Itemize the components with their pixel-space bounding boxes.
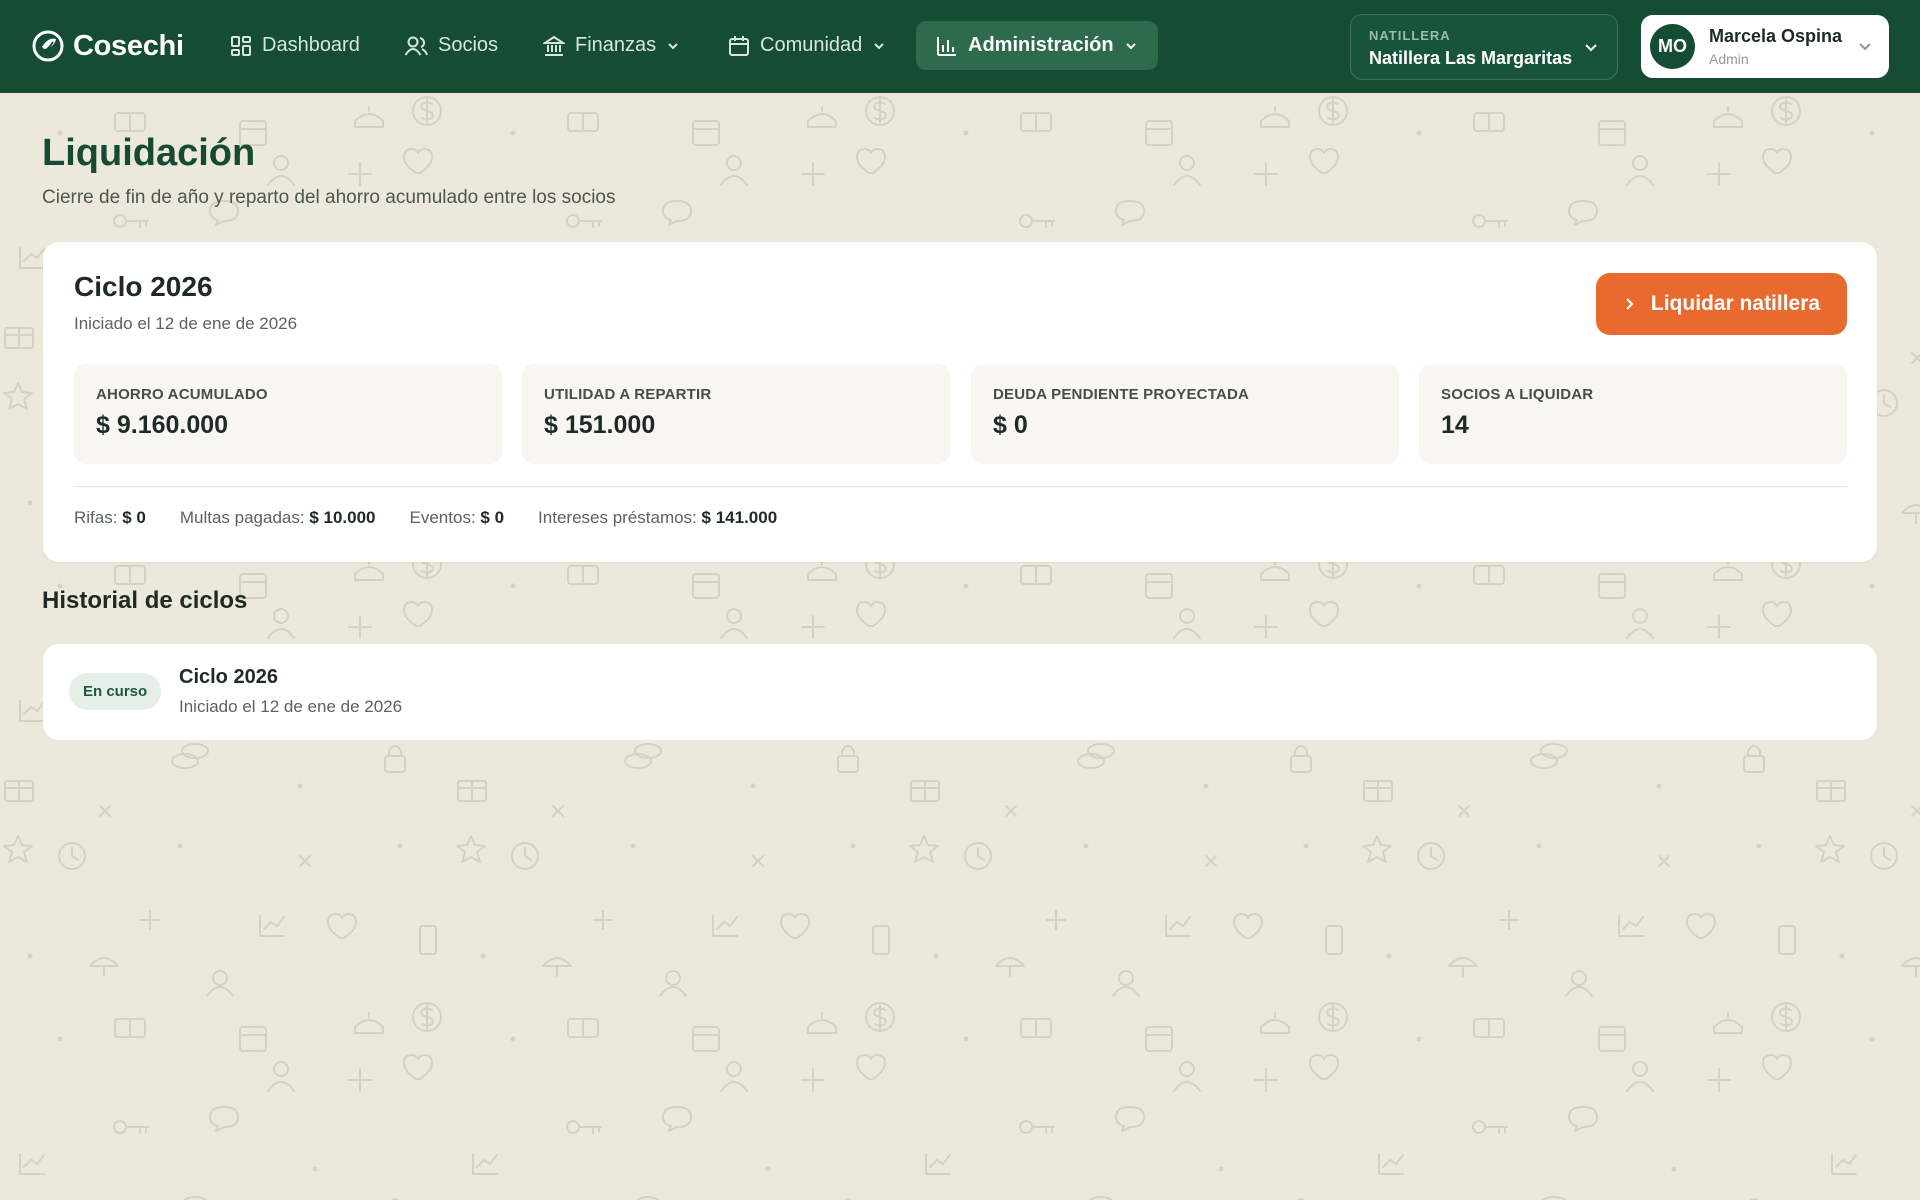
stat-label: AHORRO ACUMULADO — [96, 386, 268, 403]
breakdown-value: $ 10.000 — [309, 508, 376, 527]
liquidar-natillera-label: Liquidar natillera — [1650, 292, 1821, 315]
nav-administracion[interactable]: Administración — [916, 21, 1158, 70]
stat-value: $ 151.000 — [544, 411, 656, 439]
cycle-title: Ciclo 2026 — [74, 271, 213, 302]
liquidar-natillera-button[interactable]: Liquidar natillera — [1596, 273, 1847, 335]
chevron-down-icon — [668, 42, 678, 49]
breakdown-multas: Multas pagadas: $ 10.000 — [180, 508, 376, 528]
dashboard-icon — [231, 35, 251, 56]
calendar-icon — [729, 35, 749, 56]
nav-dashboard[interactable]: Dashboard — [218, 21, 372, 70]
stat-label: UTILIDAD A REPARTIR — [544, 386, 712, 403]
nav-socios[interactable]: Socios — [392, 21, 510, 70]
top-navigation-bar: Cosechi Dashboard Socios Finanzas Comuni… — [0, 0, 1920, 93]
history-title: Historial de ciclos — [42, 587, 248, 614]
history-cycle-title: Ciclo 2026 — [179, 666, 278, 688]
stat-value: $ 0 — [993, 411, 1028, 439]
stat-deuda-pendiente: DEUDA PENDIENTE PROYECTADA $ 0 — [971, 364, 1399, 464]
natillera-selector-value: Natillera Las Margaritas — [1369, 48, 1573, 68]
chevron-down-icon — [874, 42, 885, 49]
stat-value: $ 9.160.000 — [96, 411, 229, 439]
breakdown-value: $ 0 — [480, 508, 505, 527]
nav-comunidad[interactable]: Comunidad — [716, 21, 898, 70]
bank-icon — [543, 35, 565, 56]
breakdown-rifas: Rifas: $ 0 — [74, 508, 146, 528]
users-icon — [404, 36, 428, 56]
user-name: Marcela Ospina — [1709, 26, 1843, 46]
page-subtitle: Cierre de fin de año y reparto del ahorr… — [42, 187, 616, 208]
current-cycle-card: Ciclo 2026 Iniciado el 12 de ene de 2026… — [43, 242, 1877, 562]
brand-name: Cosechi — [73, 29, 184, 62]
natillera-selector-label: NATILLERA — [1369, 28, 1451, 43]
income-breakdown: Rifas: $ 0 Multas pagadas: $ 10.000 Even… — [74, 508, 777, 528]
breakdown-value: $ 0 — [122, 508, 146, 527]
breakdown-intereses: Intereses préstamos: $ 141.000 — [538, 508, 777, 528]
chevron-down-icon — [1585, 44, 1597, 52]
nav-finanzas-label: Finanzas — [575, 34, 657, 56]
breakdown-label: Intereses préstamos: — [538, 508, 697, 527]
nav-finanzas[interactable]: Finanzas — [531, 21, 692, 70]
history-cycle-date: Iniciado el 12 de ene de 2026 — [179, 697, 403, 716]
nav-socios-label: Socios — [438, 34, 499, 56]
breakdown-label: Multas pagadas: — [179, 508, 305, 527]
chevron-down-icon — [1125, 42, 1136, 49]
breakdown-value: $ 141.000 — [701, 508, 778, 527]
chevron-down-icon — [1859, 43, 1871, 51]
breakdown-eventos: Eventos: $ 0 — [410, 508, 505, 528]
avatar: MO — [1650, 24, 1695, 69]
status-badge: En curso — [69, 673, 162, 710]
stat-label: SOCIOS A LIQUIDAR — [1441, 386, 1594, 403]
cycle-start-date: Iniciado el 12 de ene de 2026 — [74, 314, 298, 333]
nav-administracion-label: Administración — [968, 34, 1114, 56]
stat-ahorro-acumulado: AHORRO ACUMULADO $ 9.160.000 — [74, 364, 502, 464]
stat-socios-a-liquidar: SOCIOS A LIQUIDAR 14 — [1419, 364, 1847, 464]
nav-dashboard-label: Dashboard — [262, 34, 360, 56]
user-role: Admin — [1709, 51, 1749, 67]
divider — [74, 486, 1847, 487]
stat-label: DEUDA PENDIENTE PROYECTADA — [993, 386, 1250, 403]
stat-value: 14 — [1441, 411, 1469, 439]
brand-leaf-icon — [32, 30, 64, 62]
brand-logo[interactable]: Cosechi — [31, 26, 184, 66]
user-menu[interactable]: MO Marcela Ospina Admin — [1641, 15, 1889, 78]
list-item[interactable]: En curso Ciclo 2026 Iniciado el 12 de en… — [43, 644, 1877, 740]
nav-comunidad-label: Comunidad — [760, 34, 863, 56]
breakdown-label: Eventos: — [409, 508, 476, 527]
stat-utilidad-a-repartir: UTILIDAD A REPARTIR $ 151.000 — [522, 364, 950, 464]
breakdown-label: Rifas: — [74, 508, 118, 527]
bar-chart-icon — [937, 36, 956, 56]
chevron-right-icon — [1626, 298, 1634, 310]
page-title: Liquidación — [42, 132, 256, 174]
natillera-selector[interactable]: NATILLERA Natillera Las Margaritas — [1350, 14, 1618, 80]
